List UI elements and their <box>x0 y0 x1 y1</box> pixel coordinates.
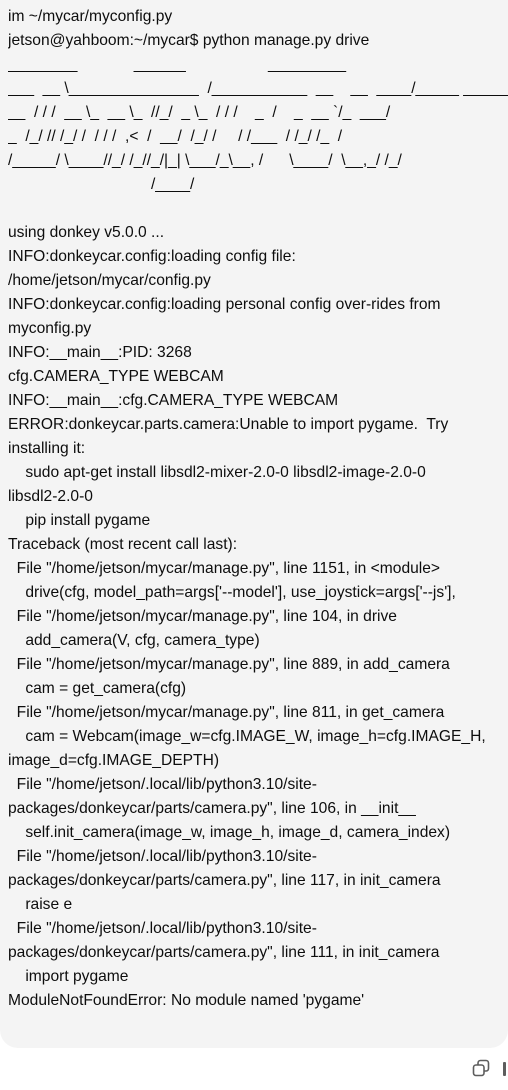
next-action-icon-partial[interactable] <box>503 1062 506 1076</box>
message-line: INFO:donkeycar.config:loading personal c… <box>8 296 441 313</box>
message-line: /_____/ \____//_/ /_//_/|_| \___/_\__, /… <box>8 152 402 169</box>
message-line: ___ __ \_______________ /___________ __ … <box>8 80 508 97</box>
message-line: ModuleNotFoundError: No module named 'py… <box>8 992 365 1009</box>
message-line: File "/home/jetson/.local/lib/python3.10… <box>8 848 317 865</box>
message-line: using donkey v5.0.0 ... <box>8 224 165 241</box>
message-line: packages/donkeycar/parts/camera.py", lin… <box>8 872 441 889</box>
message-line: Traceback (most recent call last): <box>8 536 238 553</box>
message-line: sudo apt-get install libsdl2-mixer-2.0-0… <box>8 464 426 481</box>
message-line: jetson@yahboom:~/mycar$ python manage.py… <box>8 32 370 49</box>
message-line: File "/home/jetson/mycar/manage.py", lin… <box>8 560 441 577</box>
message-line: File "/home/jetson/.local/lib/python3.10… <box>8 920 317 937</box>
message-line: /____/ <box>8 176 195 193</box>
message-line: File "/home/jetson/mycar/manage.py", lin… <box>8 608 397 625</box>
message-line: add_camera(V, cfg, camera_type) <box>8 632 260 649</box>
message-line: cfg.CAMERA_TYPE WEBCAM <box>8 368 224 385</box>
message-line <box>8 197 508 221</box>
message-line: INFO:__main__:PID: 3268 <box>8 344 192 361</box>
message-line: packages/donkeycar/parts/camera.py", lin… <box>8 800 416 817</box>
message-line: File "/home/jetson/mycar/manage.py", lin… <box>8 704 445 721</box>
message-line: __ / / / __ \_ __ \_ //_/ _ \_ / / / _ /… <box>8 104 391 121</box>
user-message-bubble: im ~/mycar/myconfig.py jetson@yahboom:~/m… <box>0 0 508 1048</box>
message-line: cam = get_camera(cfg) <box>8 680 187 697</box>
copy-icon <box>472 1059 490 1077</box>
message-line: myconfig.py <box>8 320 92 337</box>
message-line: raise e <box>8 896 73 913</box>
message-line: INFO:__main__:cfg.CAMERA_TYPE WEBCAM <box>8 392 339 409</box>
message-line: _ /_/ // /_/ / / / / ,< / __/ /_/ / / /_… <box>8 128 343 145</box>
message-line: image_d=cfg.IMAGE_DEPTH) <box>8 752 220 769</box>
message-line: INFO:donkeycar.config:loading config fil… <box>8 248 296 265</box>
message-line: File "/home/jetson/.local/lib/python3.10… <box>8 776 317 793</box>
message-line: packages/donkeycar/parts/camera.py", lin… <box>8 944 440 961</box>
message-line: pip install pygame <box>8 512 151 529</box>
message-line: installing it: <box>8 440 86 457</box>
message-line: self.init_camera(image_w, image_h, image… <box>8 824 451 841</box>
message-text: im ~/mycar/myconfig.py jetson@yahboom:~/m… <box>8 5 508 1013</box>
message-line: im ~/mycar/myconfig.py <box>8 8 173 25</box>
copy-button[interactable] <box>471 1058 493 1080</box>
message-line: import pygame <box>8 968 129 985</box>
message-line: ________ ______ _________ <box>8 56 347 73</box>
message-line: /home/jetson/mycar/config.py <box>8 272 211 289</box>
message-line: ERROR:donkeycar.parts.camera:Unable to i… <box>8 416 449 433</box>
message-line: cam = Webcam(image_w=cfg.IMAGE_W, image_… <box>8 728 486 745</box>
message-line: libsdl2-2.0-0 <box>8 488 93 505</box>
message-line: drive(cfg, model_path=args['--model'], u… <box>8 584 456 601</box>
message-line: File "/home/jetson/mycar/manage.py", lin… <box>8 656 450 673</box>
